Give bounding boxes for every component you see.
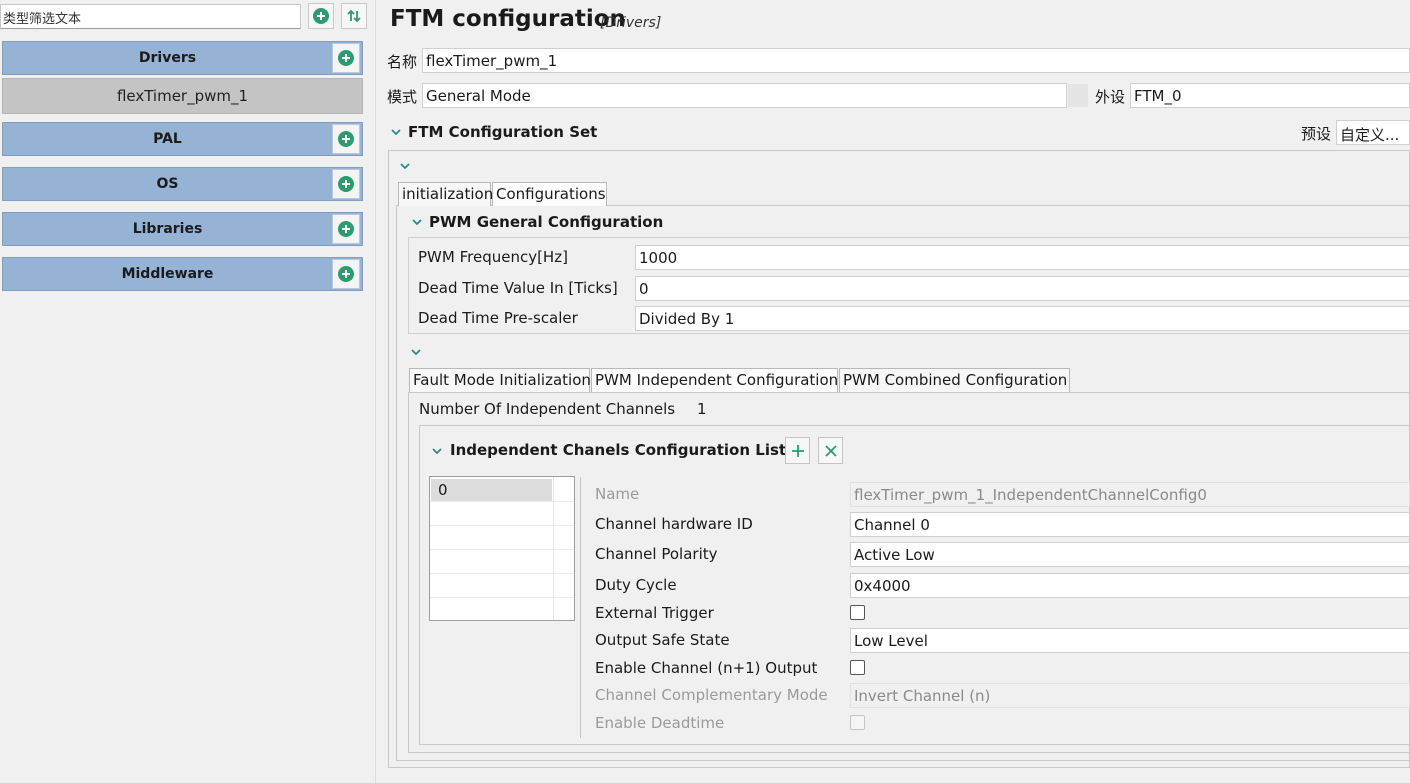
page-title: FTM configuration: [390, 6, 626, 32]
chevron-down-icon[interactable]: [411, 347, 421, 357]
chevron-down-icon[interactable]: [391, 127, 401, 137]
category-label: Middleware: [121, 266, 214, 282]
duty-cycle-field[interactable]: 0x4000: [850, 573, 1410, 598]
category-drivers[interactable]: Drivers: [2, 41, 363, 75]
pwm-frequency-label: PWM Frequency[Hz]: [418, 248, 568, 266]
preset-label: 预设: [1301, 125, 1332, 143]
mode-select-arrow[interactable]: [1068, 84, 1088, 107]
channel-hwid-select[interactable]: Channel 0: [850, 512, 1410, 537]
channel-list-title: Independent Chanels Configuration List: [450, 441, 787, 459]
enable-deadtime-label: Enable Deadtime: [595, 714, 725, 732]
remove-channel-button[interactable]: [818, 437, 843, 464]
output-safe-state-label: Output Safe State: [595, 631, 730, 649]
add-driver-button[interactable]: [332, 43, 360, 73]
plus-circle-icon: [338, 266, 354, 282]
channel-polarity-select[interactable]: Active Low: [850, 542, 1410, 567]
list-item[interactable]: 0: [431, 479, 552, 501]
divider: [580, 477, 581, 738]
complementary-mode-label: Channel Complementary Mode: [595, 686, 828, 704]
category-label: Libraries: [132, 221, 203, 237]
peripheral-label: 外设: [1095, 88, 1126, 106]
external-trigger-checkbox[interactable]: [850, 605, 865, 620]
channel-name-field: flexTimer_pwm_1_IndependentChannelConfig…: [850, 482, 1410, 507]
independent-count-value: 1: [697, 400, 707, 418]
preset-select[interactable]: 自定义...: [1336, 120, 1410, 145]
close-icon: [824, 444, 837, 457]
channel-name-label: Name: [595, 485, 640, 503]
plus-circle-icon: [338, 176, 354, 192]
chevron-down-icon[interactable]: [412, 217, 422, 227]
dead-time-value-label: Dead Time Value In [Ticks]: [418, 279, 618, 297]
add-os-button[interactable]: [332, 169, 360, 199]
page-subtitle: [Drivers]: [600, 15, 662, 31]
pwm-general-title: PWM General Configuration: [429, 213, 664, 231]
dead-time-prescaler-label: Dead Time Pre-scaler: [418, 309, 578, 327]
chevron-down-icon[interactable]: [432, 446, 442, 456]
enable-channel-n1-checkbox[interactable]: [850, 660, 865, 675]
category-middleware[interactable]: Middleware: [2, 257, 363, 291]
tab-pwm-combined[interactable]: PWM Combined Configuration: [839, 368, 1070, 392]
external-trigger-label: External Trigger: [595, 604, 714, 622]
category-libraries[interactable]: Libraries: [2, 212, 363, 246]
category-label: Drivers: [138, 50, 197, 66]
plus-circle-icon: [338, 131, 354, 147]
plus-circle-icon: [338, 50, 354, 66]
category-os[interactable]: OS: [2, 167, 363, 201]
sidebar: 类型筛选文本 Drivers flexTimer_pwm_1 PAL OS Li…: [0, 0, 367, 783]
plus-circle-icon: [313, 8, 329, 24]
category-label: OS: [156, 176, 179, 192]
category-label: PAL: [153, 131, 182, 147]
channel-polarity-label: Channel Polarity: [595, 545, 718, 563]
component-item-label: flexTimer_pwm_1: [116, 87, 249, 105]
pwm-frequency-field[interactable]: 1000: [635, 245, 1410, 270]
mode-label: 模式: [387, 88, 418, 106]
channel-list[interactable]: 0: [429, 476, 575, 621]
tab-configurations[interactable]: Configurations: [492, 182, 607, 206]
dead-time-value-field[interactable]: 0: [635, 276, 1410, 301]
chevron-down-icon[interactable]: [400, 161, 410, 171]
sort-button[interactable]: [341, 3, 367, 29]
channel-hwid-label: Channel hardware ID: [595, 515, 753, 533]
add-component-button[interactable]: [308, 3, 334, 29]
config-set-title: FTM Configuration Set: [408, 123, 598, 141]
output-safe-state-select[interactable]: Low Level: [850, 628, 1410, 653]
enable-deadtime-checkbox: [850, 715, 865, 730]
filter-input[interactable]: 类型筛选文本: [0, 4, 301, 29]
add-library-button[interactable]: [332, 214, 360, 244]
tab-pwm-independent[interactable]: PWM Independent Configuration: [591, 368, 838, 392]
mode-select[interactable]: General Mode: [422, 83, 1067, 108]
complementary-mode-select: Invert Channel (n): [850, 683, 1410, 708]
independent-count-label: Number Of Independent Channels: [419, 400, 676, 418]
tab-fault-mode[interactable]: Fault Mode Initialization: [409, 368, 591, 392]
sort-arrows-icon: [347, 9, 361, 23]
plus-icon: [791, 444, 804, 457]
name-field[interactable]: flexTimer_pwm_1: [422, 48, 1410, 73]
component-item-flextimer-pwm-1[interactable]: flexTimer_pwm_1: [2, 78, 363, 114]
dead-time-prescaler-select[interactable]: Divided By 1: [635, 306, 1410, 331]
splitter[interactable]: [367, 0, 376, 783]
peripheral-select[interactable]: FTM_0: [1130, 83, 1410, 108]
add-channel-button[interactable]: [785, 437, 810, 464]
enable-channel-n1-label: Enable Channel (n+1) Output: [595, 659, 818, 677]
name-label: 名称: [387, 53, 418, 71]
tab-initialization[interactable]: initialization: [398, 182, 493, 206]
plus-circle-icon: [338, 221, 354, 237]
add-middleware-button[interactable]: [332, 259, 360, 289]
duty-cycle-label: Duty Cycle: [595, 576, 677, 594]
add-pal-button[interactable]: [332, 124, 360, 154]
category-pal[interactable]: PAL: [2, 122, 363, 156]
